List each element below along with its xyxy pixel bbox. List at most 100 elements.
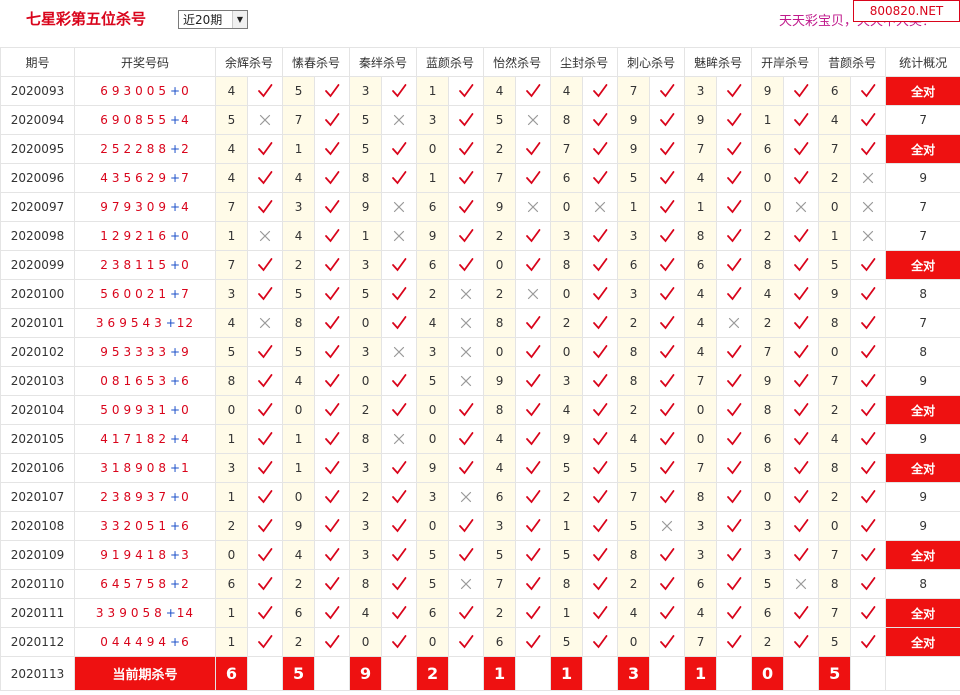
kill-number-cell: 7 xyxy=(617,482,651,512)
result-mark-cell xyxy=(582,482,619,512)
kill-number-cell: 0 xyxy=(818,511,852,541)
issue-cell: 2020102 xyxy=(0,337,75,367)
check-icon xyxy=(325,374,340,388)
result-mark-cell xyxy=(246,192,284,222)
bonus-number: 12 xyxy=(176,316,195,330)
result-mark-cell xyxy=(850,511,887,541)
draw-digits: 332051 xyxy=(100,519,171,533)
result-mark-cell xyxy=(582,105,619,135)
kill-number-cell: 6 xyxy=(483,482,517,512)
check-icon xyxy=(593,171,608,185)
kill-number-cell: 5 xyxy=(550,453,584,483)
kill-number-cell: 9 xyxy=(617,105,651,135)
check-icon xyxy=(526,258,541,272)
kill-number-cell: 1 xyxy=(349,221,383,251)
kill-number-cell: 1 xyxy=(416,163,450,193)
result-mark-cell xyxy=(649,540,686,570)
header-expert: 尘封杀号 xyxy=(550,47,619,77)
kill-number-cell: 9 xyxy=(751,76,785,106)
result-mark-cell xyxy=(314,308,351,338)
chevron-down-icon[interactable]: ▼ xyxy=(232,11,247,28)
result-mark-cell xyxy=(850,569,887,599)
result-mark-cell xyxy=(381,569,418,599)
check-icon xyxy=(325,577,340,591)
summary-count: 9 xyxy=(885,482,960,512)
table-row: 2020099 238115+0 7 2 3 6 0 8 6 6 8 5 全对 xyxy=(0,250,960,280)
all-correct-badge: 全对 xyxy=(885,134,960,164)
check-icon xyxy=(526,345,541,359)
result-mark-cell xyxy=(246,163,284,193)
check-icon xyxy=(861,519,876,533)
result-mark-cell xyxy=(716,163,753,193)
kill-number-cell: 2 xyxy=(349,482,383,512)
kill-number-cell: 2 xyxy=(617,308,651,338)
check-icon xyxy=(861,606,876,620)
period-select[interactable]: 近20期 ▼ xyxy=(178,10,248,29)
kill-number-cell: 0 xyxy=(349,366,383,396)
kill-number-cell: 4 xyxy=(617,424,651,454)
result-mark-cell xyxy=(448,482,485,512)
kill-number-cell: 4 xyxy=(416,308,450,338)
check-icon xyxy=(459,548,474,562)
kill-number-cell: 5 xyxy=(818,627,852,657)
draw-cell: 435629+7 xyxy=(74,163,216,193)
cross-icon xyxy=(460,375,472,387)
kill-number-cell: 8 xyxy=(282,308,316,338)
check-icon xyxy=(526,229,541,243)
draw-digits: 690855 xyxy=(100,113,171,127)
check-icon xyxy=(727,287,742,301)
result-mark-cell xyxy=(716,308,753,338)
result-mark-cell xyxy=(783,424,820,454)
check-icon xyxy=(660,606,675,620)
cross-icon xyxy=(259,230,271,242)
kill-number-cell: 4 xyxy=(282,540,316,570)
kill-number-cell: 0 xyxy=(818,337,852,367)
kill-number-cell: 4 xyxy=(215,163,248,193)
result-mark-cell xyxy=(314,453,351,483)
check-icon xyxy=(593,519,608,533)
cross-icon xyxy=(460,288,472,300)
kill-number-cell: 3 xyxy=(349,76,383,106)
check-icon xyxy=(727,403,742,417)
check-icon xyxy=(392,287,407,301)
result-mark-cell xyxy=(381,163,418,193)
kill-number-cell: 1 xyxy=(818,221,852,251)
check-icon xyxy=(660,171,675,185)
kill-number-cell: 0 xyxy=(617,627,651,657)
check-icon xyxy=(660,84,675,98)
draw-cell: 238937+0 xyxy=(74,482,216,512)
check-icon xyxy=(727,519,742,533)
kill-number-cell: 0 xyxy=(416,627,450,657)
kill-number-cell: 5 xyxy=(215,105,248,135)
check-icon xyxy=(593,461,608,475)
result-mark-cell xyxy=(649,627,686,657)
kill-number-cell: 7 xyxy=(483,163,517,193)
issue-cell: 2020105 xyxy=(0,424,75,454)
kill-number-cell: 3 xyxy=(684,76,718,106)
check-icon xyxy=(526,548,541,562)
check-icon xyxy=(593,345,608,359)
check-icon xyxy=(526,432,541,446)
site-badge[interactable]: 800820.NET xyxy=(853,0,960,22)
check-icon xyxy=(660,113,675,127)
check-icon xyxy=(526,374,541,388)
check-icon xyxy=(794,84,809,98)
result-mark-cell xyxy=(448,366,485,396)
check-icon xyxy=(727,490,742,504)
check-icon xyxy=(526,519,541,533)
result-mark-cell xyxy=(381,598,418,628)
result-mark-cell xyxy=(850,540,887,570)
kill-number-cell: 7 xyxy=(215,192,248,222)
check-icon xyxy=(526,316,541,330)
empty-cell xyxy=(381,656,418,691)
draw-digits: 339058 xyxy=(95,606,166,620)
kill-number-cell: 0 xyxy=(751,482,785,512)
result-mark-cell xyxy=(716,569,753,599)
check-icon xyxy=(593,258,608,272)
result-mark-cell xyxy=(582,279,619,309)
check-icon xyxy=(325,403,340,417)
result-mark-cell xyxy=(716,424,753,454)
result-mark-cell xyxy=(850,221,887,251)
kill-number-cell: 9 xyxy=(483,192,517,222)
draw-digits: 979309 xyxy=(100,200,171,214)
